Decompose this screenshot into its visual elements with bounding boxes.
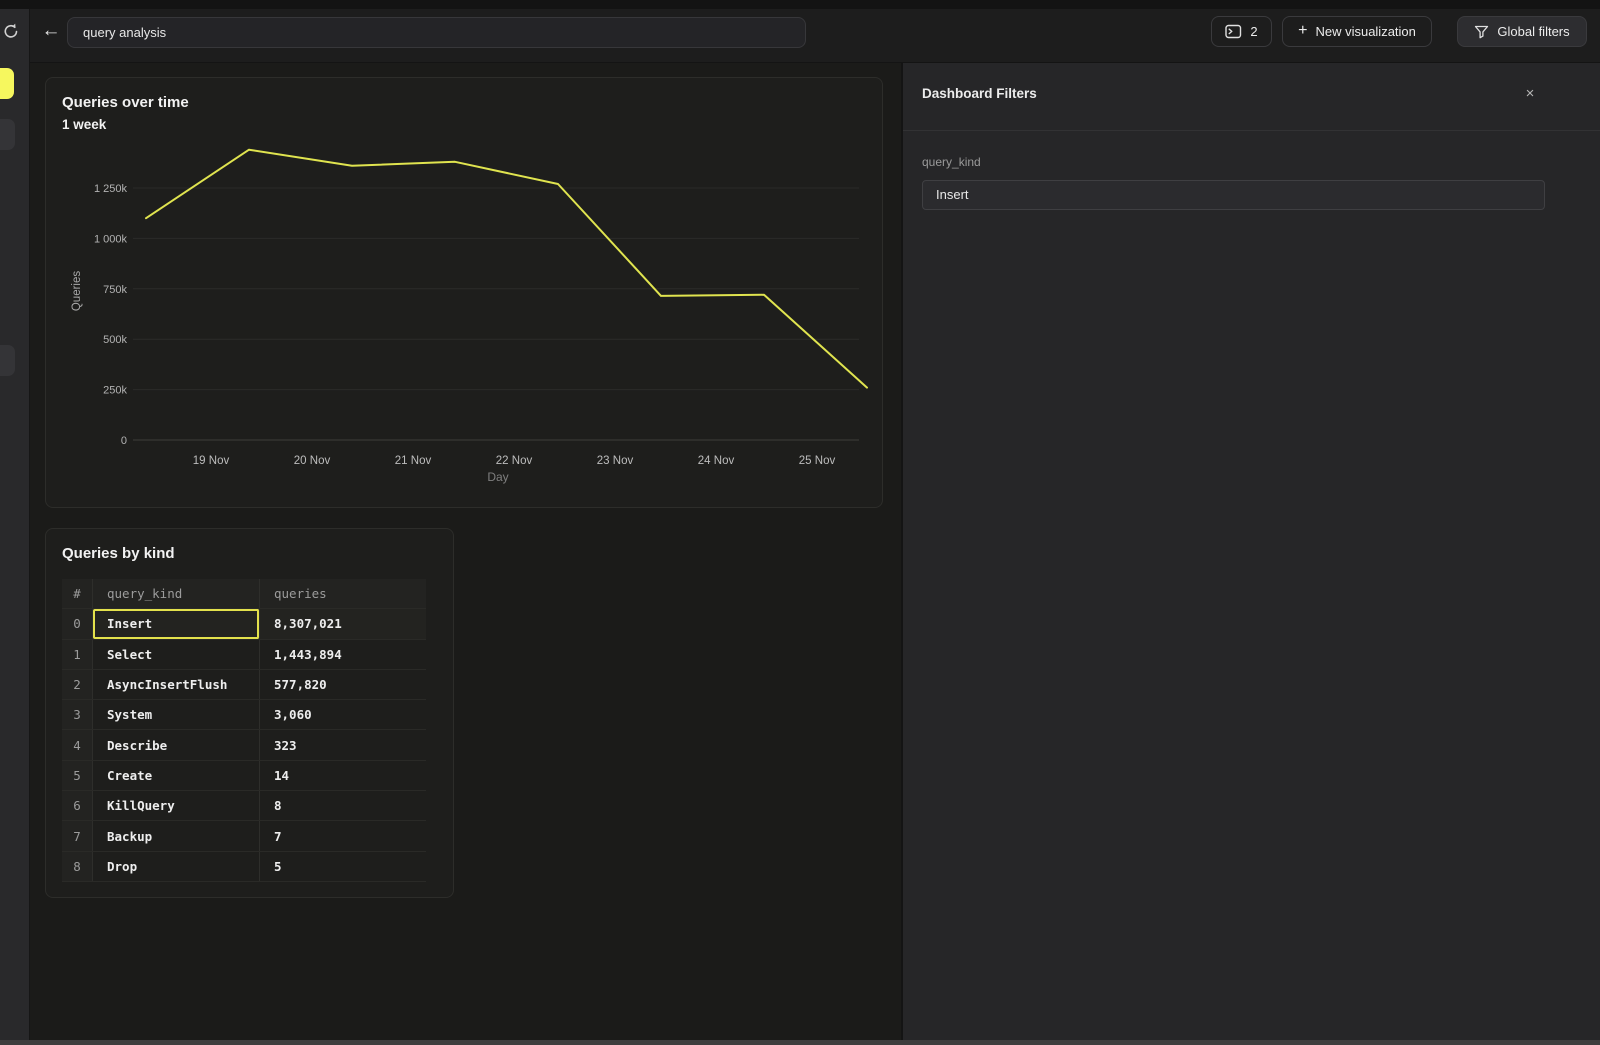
- table-body: 0Insert8,307,0211Select1,443,8942AsyncIn…: [62, 609, 426, 882]
- query-kind-filter-select[interactable]: Insert: [922, 180, 1545, 210]
- row-index-cell: 1: [62, 640, 93, 669]
- dashboard-canvas: Queries over time 1 week 0 250k 500k 750k 1 …: [30, 63, 901, 1040]
- panel-title: Dashboard Filters: [922, 86, 1037, 101]
- back-button[interactable]: ←: [38, 18, 64, 44]
- queries-line[interactable]: [146, 150, 867, 388]
- table-row: 1Select1,443,894: [62, 640, 426, 670]
- row-index-cell: 6: [62, 791, 93, 820]
- global-filters-label: Global filters: [1497, 24, 1569, 39]
- close-icon[interactable]: ×: [1520, 84, 1540, 104]
- sidebar-item[interactable]: [0, 345, 15, 376]
- table-row: 2AsyncInsertFlush577,820: [62, 670, 426, 700]
- header-query-kind[interactable]: query_kind: [93, 579, 260, 608]
- y-tick-label: 250k: [103, 385, 127, 397]
- x-tick-label: 19 Nov: [193, 455, 230, 467]
- table-row: 4Describe323: [62, 730, 426, 760]
- row-index-cell: 8: [62, 852, 93, 881]
- query-kind-cell[interactable]: Select: [93, 640, 260, 669]
- query-kind-cell[interactable]: System: [93, 700, 260, 729]
- table-row: 6KillQuery8: [62, 791, 426, 821]
- queries-over-time-card[interactable]: Queries over time 1 week 0 250k 500k 750k 1 …: [45, 77, 883, 508]
- row-index-cell: 0: [62, 609, 93, 638]
- queries-value-cell[interactable]: 7: [260, 821, 426, 850]
- query-kind-cell[interactable]: Backup: [93, 821, 260, 850]
- row-index-cell: 2: [62, 670, 93, 699]
- chart-title: Queries over time: [62, 94, 189, 111]
- row-index-cell: 7: [62, 821, 93, 850]
- new-visualization-button[interactable]: + New visualization: [1282, 16, 1432, 47]
- y-tick-label: 500k: [103, 334, 127, 346]
- queries-value-cell[interactable]: 8: [260, 791, 426, 820]
- table-row: 8Drop5: [62, 852, 426, 882]
- query-kind-cell[interactable]: Drop: [93, 852, 260, 881]
- y-tick-label: 1 250k: [94, 183, 128, 195]
- queries-value-cell[interactable]: 323: [260, 730, 426, 759]
- query-kind-cell[interactable]: Describe: [93, 730, 260, 759]
- left-sidebar: [0, 9, 30, 1040]
- x-tick-label: 23 Nov: [597, 455, 634, 467]
- plus-icon: +: [1298, 22, 1307, 40]
- chart-subtitle: 1 week: [62, 117, 106, 132]
- top-bar: ← 2 + New visualization Global filters: [30, 9, 1600, 63]
- queries-value-cell[interactable]: 5: [260, 852, 426, 881]
- window-bottom-edge: [0, 1040, 1600, 1045]
- header-queries[interactable]: queries: [260, 579, 426, 608]
- results-table: # query_kind queries 0Insert8,307,0211Se…: [62, 579, 426, 882]
- x-tick-label: 20 Nov: [294, 455, 331, 467]
- row-index-cell: 4: [62, 730, 93, 759]
- panel-header: Dashboard Filters ×: [903, 63, 1600, 131]
- y-axis-title: Queries: [71, 271, 83, 312]
- table-row: 7Backup7: [62, 821, 426, 851]
- query-kind-cell[interactable]: KillQuery: [93, 791, 260, 820]
- queries-by-kind-card[interactable]: Queries by kind # query_kind queries 0In…: [45, 528, 454, 898]
- console-button[interactable]: 2: [1211, 16, 1272, 47]
- table-row: 3System3,060: [62, 700, 426, 730]
- sidebar-item[interactable]: [0, 119, 15, 150]
- queries-value-cell[interactable]: 8,307,021: [260, 609, 426, 638]
- x-axis-title: Day: [487, 470, 508, 484]
- row-index-cell: 5: [62, 761, 93, 790]
- queries-value-cell[interactable]: 14: [260, 761, 426, 790]
- queries-value-cell[interactable]: 3,060: [260, 700, 426, 729]
- new-visualization-label: New visualization: [1315, 24, 1415, 39]
- queries-value-cell[interactable]: 1,443,894: [260, 640, 426, 669]
- x-tick-label: 24 Nov: [698, 455, 735, 467]
- table-header-row: # query_kind queries: [62, 579, 426, 609]
- query-kind-cell[interactable]: AsyncInsertFlush: [93, 670, 260, 699]
- table-title: Queries by kind: [62, 545, 175, 562]
- console-count: 2: [1250, 24, 1257, 39]
- funnel-icon: [1474, 25, 1489, 39]
- query-kind-cell[interactable]: Insert: [93, 609, 260, 638]
- queries-line-chart[interactable]: 0 250k 500k 750k 1 000k 1 250k 19 Nov 20 Nov 21 …: [61, 131, 871, 493]
- sidebar-item-active[interactable]: [0, 68, 14, 99]
- console-icon: [1225, 24, 1242, 39]
- table-row: 5Create14: [62, 761, 426, 791]
- dashboard-filters-panel: Dashboard Filters × query_kind Insert: [903, 63, 1600, 1040]
- global-filters-button[interactable]: Global filters: [1457, 16, 1587, 47]
- filter-field-label: query_kind: [922, 155, 981, 169]
- x-tick-label: 25 Nov: [799, 455, 836, 467]
- x-tick-label: 22 Nov: [496, 455, 533, 467]
- query-kind-cell[interactable]: Create: [93, 761, 260, 790]
- x-tick-label: 21 Nov: [395, 455, 432, 467]
- row-index-cell: 3: [62, 700, 93, 729]
- y-tick-label: 1 000k: [94, 233, 128, 245]
- table-row: 0Insert8,307,021: [62, 609, 426, 639]
- y-tick-label: 750k: [103, 284, 127, 296]
- reload-icon[interactable]: [2, 22, 20, 40]
- y-tick-label: 0: [121, 435, 127, 447]
- queries-value-cell[interactable]: 577,820: [260, 670, 426, 699]
- header-index[interactable]: #: [62, 579, 93, 608]
- dashboard-title-input[interactable]: [67, 17, 806, 48]
